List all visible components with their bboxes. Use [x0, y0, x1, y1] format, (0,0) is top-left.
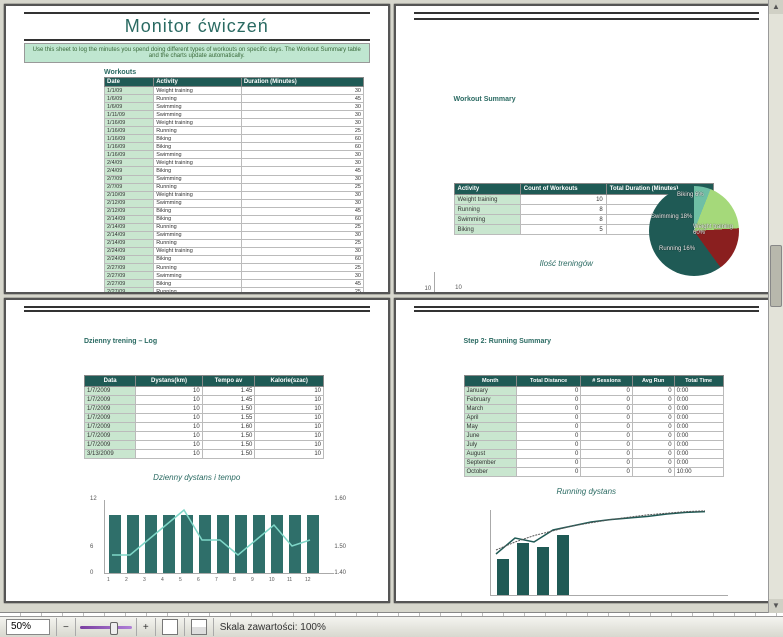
table-row: June0000:00	[464, 432, 723, 441]
zoom-slider-thumb[interactable]	[110, 622, 118, 635]
view-normal-button[interactable]	[156, 618, 185, 636]
table-row: October00010:00	[464, 468, 723, 477]
progress-chart	[464, 504, 734, 603]
table-row: 2/14/09Running25	[105, 223, 364, 231]
scroll-up-arrow[interactable]: ▲	[769, 0, 783, 14]
page-icon	[162, 619, 178, 635]
table-row: 2/27/09Running25	[105, 288, 364, 294]
zoom-field-wrap	[0, 618, 57, 636]
table-row: 1/11/09Swimming30	[105, 111, 364, 119]
table-row: February0000:00	[464, 396, 723, 405]
dlog-caption: Dzienny trening – Log	[84, 338, 370, 345]
table-row: 3/13/2009101.5010	[85, 450, 324, 459]
table-row: 2/24/09Weight training30	[105, 247, 364, 255]
table-row: 1/7/2009101.5010	[85, 432, 324, 441]
table-row: August0000:00	[464, 450, 723, 459]
workouts-caption: Workouts	[104, 69, 370, 76]
table-row: 2/27/09Biking45	[105, 280, 364, 288]
grid-icon	[191, 619, 207, 635]
table-row: 1/7/2009101.4510	[85, 387, 324, 396]
combo-chart: 123456789101112 0 6 12 1.60 1.50 1.40	[84, 490, 344, 590]
instruction-banner: Use this sheet to log the minutes you sp…	[24, 43, 370, 63]
page-title: Monitor ćwiczeń	[24, 16, 370, 37]
summary-bar-chart: 0 5 10 10Weight training8Running8Swimmin…	[434, 272, 635, 294]
table-row: 2/27/09Swimming30	[105, 272, 364, 280]
table-row: 2/7/09Swimming30	[105, 175, 364, 183]
scale-label: Skala zawartości: 100%	[214, 618, 332, 636]
table-row: April0000:00	[464, 414, 723, 423]
table-row: January0000:00	[464, 387, 723, 396]
app-viewport: Monitor ćwiczeń Use this sheet to log th…	[0, 0, 783, 637]
zoom-in-button[interactable]: +	[137, 618, 156, 636]
page-4[interactable]: Step 2: Running Summary MonthTotal Dista…	[394, 298, 780, 603]
table-row: 1/16/09Running25	[105, 127, 364, 135]
scroll-down-arrow[interactable]: ▼	[769, 599, 783, 613]
table-row: September0000:00	[464, 459, 723, 468]
zoom-slider[interactable]	[76, 618, 137, 636]
table-row: 1/7/2009101.4510	[85, 396, 324, 405]
table-row: March0000:00	[464, 405, 723, 414]
table-row: 1/16/09Swimming30	[105, 151, 364, 159]
table-row: 1/6/09Running45	[105, 95, 364, 103]
table-row: 1/7/2009101.5510	[85, 414, 324, 423]
table-row: 1/6/09Swimming30	[105, 103, 364, 111]
table-row: 1/7/2009101.5010	[85, 405, 324, 414]
table-row: 1/7/2009101.6010	[85, 423, 324, 432]
page-3[interactable]: Dzienny trening – Log DataDystans(km)Tem…	[4, 298, 390, 603]
table-row: May0000:00	[464, 423, 723, 432]
summary-caption: Workout Summary	[454, 96, 760, 103]
view-outline-button[interactable]	[185, 618, 214, 636]
table-row: 1/1/09Weight training30	[105, 87, 364, 95]
minus-icon: −	[63, 622, 69, 633]
table-row: 2/12/09Swimming30	[105, 199, 364, 207]
table-row: 2/27/09Running25	[105, 264, 364, 272]
scroll-thumb[interactable]	[770, 245, 782, 307]
table-row: 2/14/09Biking60	[105, 215, 364, 223]
running-caption: Step 2: Running Summary	[464, 338, 760, 345]
table-row: 2/4/09Biking45	[105, 167, 364, 175]
progress-chart-title: Running dystans	[414, 487, 760, 496]
page-1[interactable]: Monitor ćwiczeń Use this sheet to log th…	[4, 4, 390, 294]
table-row: 2/12/09Biking45	[105, 207, 364, 215]
table-row: 2/24/09Biking60	[105, 255, 364, 263]
table-row: 2/10/09Weight training30	[105, 191, 364, 199]
table-row: 2/4/09Weight training30	[105, 159, 364, 167]
vertical-scrollbar[interactable]: ▲ ▼	[768, 0, 783, 613]
summary-pie-chart: Biking 6%Swimming 18%Running 16%Weight t…	[649, 186, 759, 294]
status-bar: − + Skala zawartości: 100%	[0, 616, 783, 637]
combo-chart-title: Dzienny dystans i tempo	[24, 473, 370, 482]
table-row: 1/7/2009101.5010	[85, 441, 324, 450]
zoom-out-button[interactable]: −	[57, 618, 76, 636]
page-2[interactable]: Workout Summary ActivityCount of Workout…	[394, 4, 780, 294]
zoom-input[interactable]	[6, 619, 50, 635]
plus-icon: +	[143, 622, 149, 633]
daily-log-table: DataDystans(km)Tempo avKalorie(szac) 1/7…	[84, 375, 324, 459]
table-row: July0000:00	[464, 441, 723, 450]
table-row: 1/16/09Weight training30	[105, 119, 364, 127]
workouts-table: DateActivityDuration (Minutes) 1/1/09Wei…	[104, 77, 364, 294]
page-grid: Monitor ćwiczeń Use this sheet to log th…	[0, 0, 783, 613]
table-row: 2/14/09Swimming30	[105, 231, 364, 239]
table-row: 2/14/09Running25	[105, 239, 364, 247]
table-row: 1/16/09Biking60	[105, 143, 364, 151]
table-row: 2/7/09Running25	[105, 183, 364, 191]
running-summary-table: MonthTotal Distance# SessionsAvg RunTota…	[464, 375, 724, 477]
table-row: 1/16/09Biking60	[105, 135, 364, 143]
